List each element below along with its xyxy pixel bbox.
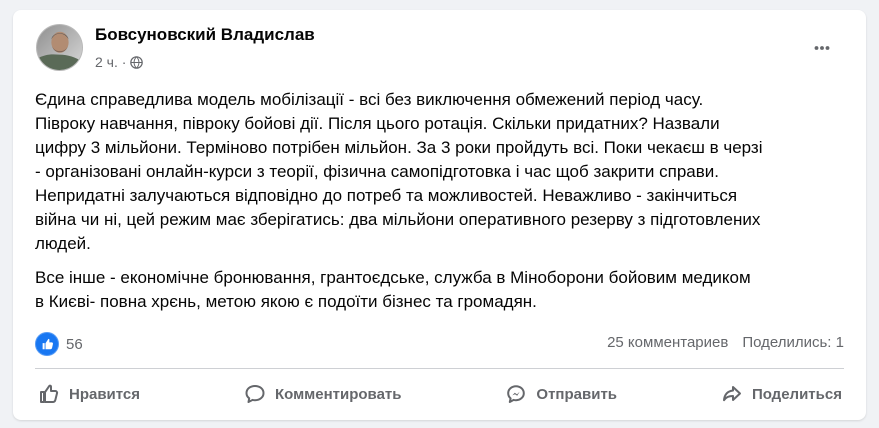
engagement-stats: 25 комментариев Поделились: 1 bbox=[607, 334, 844, 351]
author-avatar[interactable] bbox=[36, 24, 83, 71]
reaction-count: 56 bbox=[66, 335, 83, 353]
post-text-line: людей. bbox=[35, 234, 91, 253]
share-button[interactable]: Поделиться bbox=[708, 376, 854, 412]
author-name[interactable]: Бовсуновский Владислав bbox=[95, 25, 315, 45]
comment-icon bbox=[245, 385, 265, 403]
thumb-up-icon bbox=[40, 384, 59, 403]
comments-count-link[interactable]: 25 комментариев bbox=[607, 334, 728, 351]
post-text-line: в Києві- повна хрєнь, метою якою є подої… bbox=[35, 292, 537, 311]
send-icon bbox=[507, 385, 526, 403]
post-card: Бовсуновский Владислав 2 ч. · Єдина спра… bbox=[13, 10, 866, 420]
comment-button-label: Комментировать bbox=[274, 385, 402, 403]
share-arrow-icon bbox=[722, 386, 741, 402]
post-text-line: цифру 3 мільйони. Терміново потрібен міл… bbox=[35, 138, 763, 157]
reaction-summary[interactable]: 56 bbox=[35, 332, 83, 356]
share-button-label: Поделиться bbox=[751, 385, 842, 403]
post-actions: Нравится Комментировать Отправить Подели… bbox=[25, 373, 854, 415]
action-divider bbox=[35, 368, 844, 369]
send-button[interactable]: Отправить bbox=[492, 376, 629, 412]
shares-count-link[interactable]: Поделились: 1 bbox=[742, 334, 844, 351]
like-button[interactable]: Нравится bbox=[25, 376, 152, 412]
more-horizontal-icon bbox=[814, 46, 830, 50]
post-options-button[interactable] bbox=[805, 34, 839, 62]
like-button-label: Нравится bbox=[69, 385, 141, 403]
post-paragraph: Все інше - економічне бронювання, гранто… bbox=[35, 266, 855, 314]
post-text-line: війна чи ні, цей режим має зберігатись: … bbox=[35, 210, 761, 229]
post-text-line: Єдина справедлива модель мобілізації - в… bbox=[35, 90, 704, 109]
post-text-line: Півроку навчання, півроку бойові дії. Пі… bbox=[35, 114, 720, 133]
post-text-line: - організовані онлайн-курси з теорії, фі… bbox=[35, 162, 719, 181]
comment-button[interactable]: Комментировать bbox=[231, 376, 414, 412]
post-content: Єдина справедлива модель мобілізації - в… bbox=[35, 88, 855, 314]
timestamp[interactable]: 2 ч. · bbox=[95, 54, 126, 70]
post-meta: 2 ч. · bbox=[95, 53, 144, 71]
post-paragraph: Єдина справедлива модель мобілізації - в… bbox=[35, 88, 855, 256]
send-button-label: Отправить bbox=[536, 385, 618, 403]
like-reaction-icon bbox=[35, 332, 59, 356]
avatar-photo-icon bbox=[37, 25, 82, 70]
public-globe-icon bbox=[130, 55, 144, 69]
post-text-line: Непридатні залучаються відповідно до пот… bbox=[35, 186, 738, 205]
post-text-line: Все інше - економічне бронювання, гранто… bbox=[35, 268, 751, 287]
